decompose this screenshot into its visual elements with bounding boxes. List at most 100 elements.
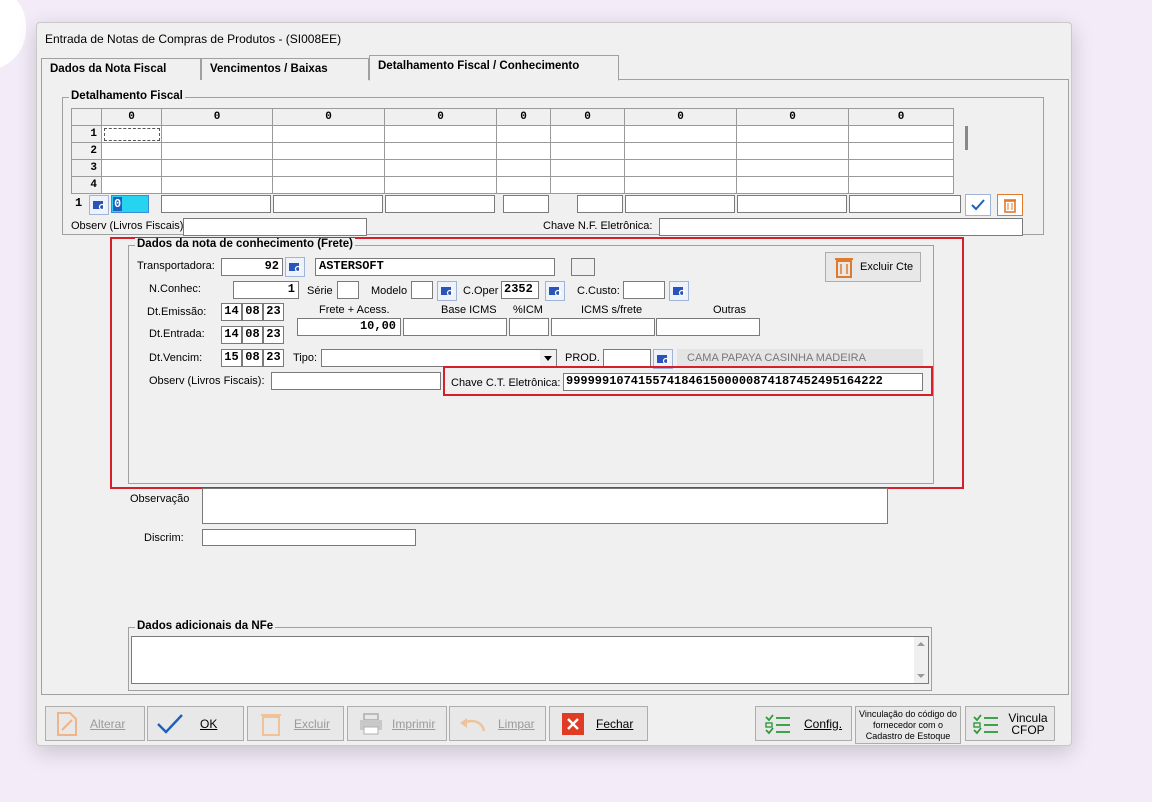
ccusto-input[interactable]: [623, 281, 665, 299]
observacao-input[interactable]: [202, 488, 888, 524]
scroll-down-icon: [917, 674, 925, 678]
nfe-textarea[interactable]: [131, 636, 929, 684]
vinculacao-button[interactable]: Vinculação do código do fornecedor com o…: [855, 706, 961, 744]
undo-icon: [460, 717, 486, 731]
limpar-button[interactable]: Limpar: [449, 706, 546, 741]
fiscal-input[interactable]: [273, 195, 383, 213]
grid-col-header[interactable]: 0: [161, 108, 273, 126]
tipo-label: Tipo:: [293, 352, 318, 364]
frete-acess-input[interactable]: 10,00: [297, 318, 401, 336]
row-index: 1: [75, 196, 83, 210]
outras-input[interactable]: [656, 318, 760, 336]
prod-input[interactable]: [603, 349, 651, 367]
fiscal-input[interactable]: [737, 195, 847, 213]
tab-detalhamento-fiscal[interactable]: Detalhamento Fiscal / Conhecimento: [369, 55, 619, 81]
ok-button[interactable]: OK: [147, 706, 244, 741]
pct-icm-label: %ICM: [513, 304, 543, 316]
grid-row-header: 2: [71, 142, 102, 160]
tipo-select[interactable]: [321, 349, 557, 367]
dt-vencim-input[interactable]: 15 08 23: [221, 349, 284, 367]
alterar-button[interactable]: Alterar: [45, 706, 145, 741]
fiscal-observ-label: Observ (Livros Fiscais):: [71, 220, 187, 232]
dt-entrada-label: Dt.Entrada:: [149, 328, 205, 340]
frete-group: Dados da nota de conhecimento (Frete) Tr…: [128, 238, 934, 484]
fiscal-input[interactable]: [625, 195, 735, 213]
tab-dados-nota-fiscal[interactable]: Dados da Nota Fiscal: [41, 58, 201, 80]
transportadora-label: Transportadora:: [137, 260, 215, 272]
frete-acess-label: Frete + Acess.: [319, 304, 390, 316]
grid-col-header[interactable]: 0: [550, 108, 625, 126]
grid-row-header: 1: [71, 125, 102, 143]
icms-sfrete-input[interactable]: [551, 318, 655, 336]
prod-label: PROD.: [565, 352, 600, 364]
grid-col-header[interactable]: 0: [384, 108, 497, 126]
fiscal-input[interactable]: [503, 195, 549, 213]
fiscal-input[interactable]: [161, 195, 271, 213]
fiscal-input[interactable]: [849, 195, 961, 213]
trash-icon: [261, 713, 281, 736]
nfe-scrollbar[interactable]: [914, 637, 928, 683]
grid-scrollbar[interactable]: [965, 126, 968, 150]
frete-observ-input[interactable]: [271, 372, 441, 390]
base-icms-input[interactable]: [403, 318, 507, 336]
close-icon: [562, 712, 584, 735]
grid-col-header[interactable]: 0: [624, 108, 737, 126]
fiscal-chave-input[interactable]: [659, 218, 1023, 236]
grid-col-header[interactable]: 0: [736, 108, 849, 126]
table-row[interactable]: 4: [71, 176, 954, 194]
discrim-label: Discrim:: [144, 532, 184, 544]
delete-row-button[interactable]: [997, 194, 1023, 216]
fiscal-first-input[interactable]: 0: [111, 195, 149, 213]
coper-lookup-button[interactable]: [545, 281, 565, 301]
ccusto-label: C.Custo:: [577, 285, 620, 297]
fiscal-input[interactable]: [577, 195, 623, 213]
grid-col-header[interactable]: 0: [272, 108, 385, 126]
transportadora-name-input[interactable]: ASTERSOFT: [315, 258, 555, 276]
table-row[interactable]: 3: [71, 159, 954, 177]
grid-corner: [71, 108, 102, 126]
imprimir-button[interactable]: Imprimir: [347, 706, 447, 741]
coper-input[interactable]: 2352: [501, 281, 539, 299]
vincula-cfop-button[interactable]: Vincula CFOP: [965, 706, 1055, 741]
discrim-input[interactable]: [202, 529, 416, 546]
scroll-up-icon: [917, 642, 925, 646]
excluir-button[interactable]: Excluir: [247, 706, 344, 741]
serie-input[interactable]: [337, 281, 359, 299]
nconhec-label: N.Conhec:: [149, 283, 201, 295]
excluir-cte-button[interactable]: Excluir Cte: [825, 252, 921, 282]
grid-col-header[interactable]: 0: [496, 108, 551, 126]
nconhec-input[interactable]: 1: [233, 281, 299, 299]
fiscal-grid[interactable]: 0 0 0 0 0 0 0 0 0 1 2 3 4: [71, 108, 954, 194]
grid-cell-selected[interactable]: [101, 125, 162, 143]
table-row[interactable]: 2: [71, 142, 954, 160]
chevron-down-icon[interactable]: [540, 350, 556, 366]
nfe-group: Dados adicionais da NFe: [128, 620, 932, 691]
fiscal-observ-input[interactable]: [183, 218, 367, 236]
fechar-button[interactable]: Fechar: [549, 706, 648, 741]
modelo-label: Modelo: [371, 285, 408, 297]
modelo-input[interactable]: [411, 281, 433, 299]
confirm-button[interactable]: [965, 194, 991, 216]
folder-search-icon: [549, 287, 562, 297]
dt-emissao-input[interactable]: 14 08 23: [221, 303, 284, 321]
transportadora-code-input[interactable]: 92: [221, 258, 283, 276]
ccusto-lookup-button[interactable]: [669, 281, 689, 301]
folder-search-icon: [93, 201, 106, 211]
table-row[interactable]: 1: [71, 125, 954, 143]
grid-col-header[interactable]: 0: [848, 108, 954, 126]
tab-bar: Dados da Nota Fiscal Vencimentos / Baixa…: [41, 55, 1069, 81]
dt-emissao-label: Dt.Emissão:: [147, 306, 207, 318]
grid-row-header: 4: [71, 176, 102, 194]
observacao-label: Observação: [130, 493, 190, 505]
config-button[interactable]: Config.: [755, 706, 852, 741]
tab-vencimentos-baixas[interactable]: Vencimentos / Baixas: [201, 58, 369, 80]
modelo-lookup-button[interactable]: [437, 281, 457, 301]
chave-ct-input[interactable]: 9999991074155741846150000087418745249516…: [563, 373, 923, 391]
lookup-button[interactable]: [89, 195, 109, 215]
pct-icm-input[interactable]: [509, 318, 549, 336]
fiscal-input[interactable]: [385, 195, 495, 213]
frete-observ-label: Observ (Livros Fiscais):: [149, 375, 265, 387]
grid-col-header[interactable]: 0: [101, 108, 162, 126]
transportadora-lookup-button[interactable]: [285, 257, 305, 277]
dt-entrada-input[interactable]: 14 08 23: [221, 326, 284, 344]
